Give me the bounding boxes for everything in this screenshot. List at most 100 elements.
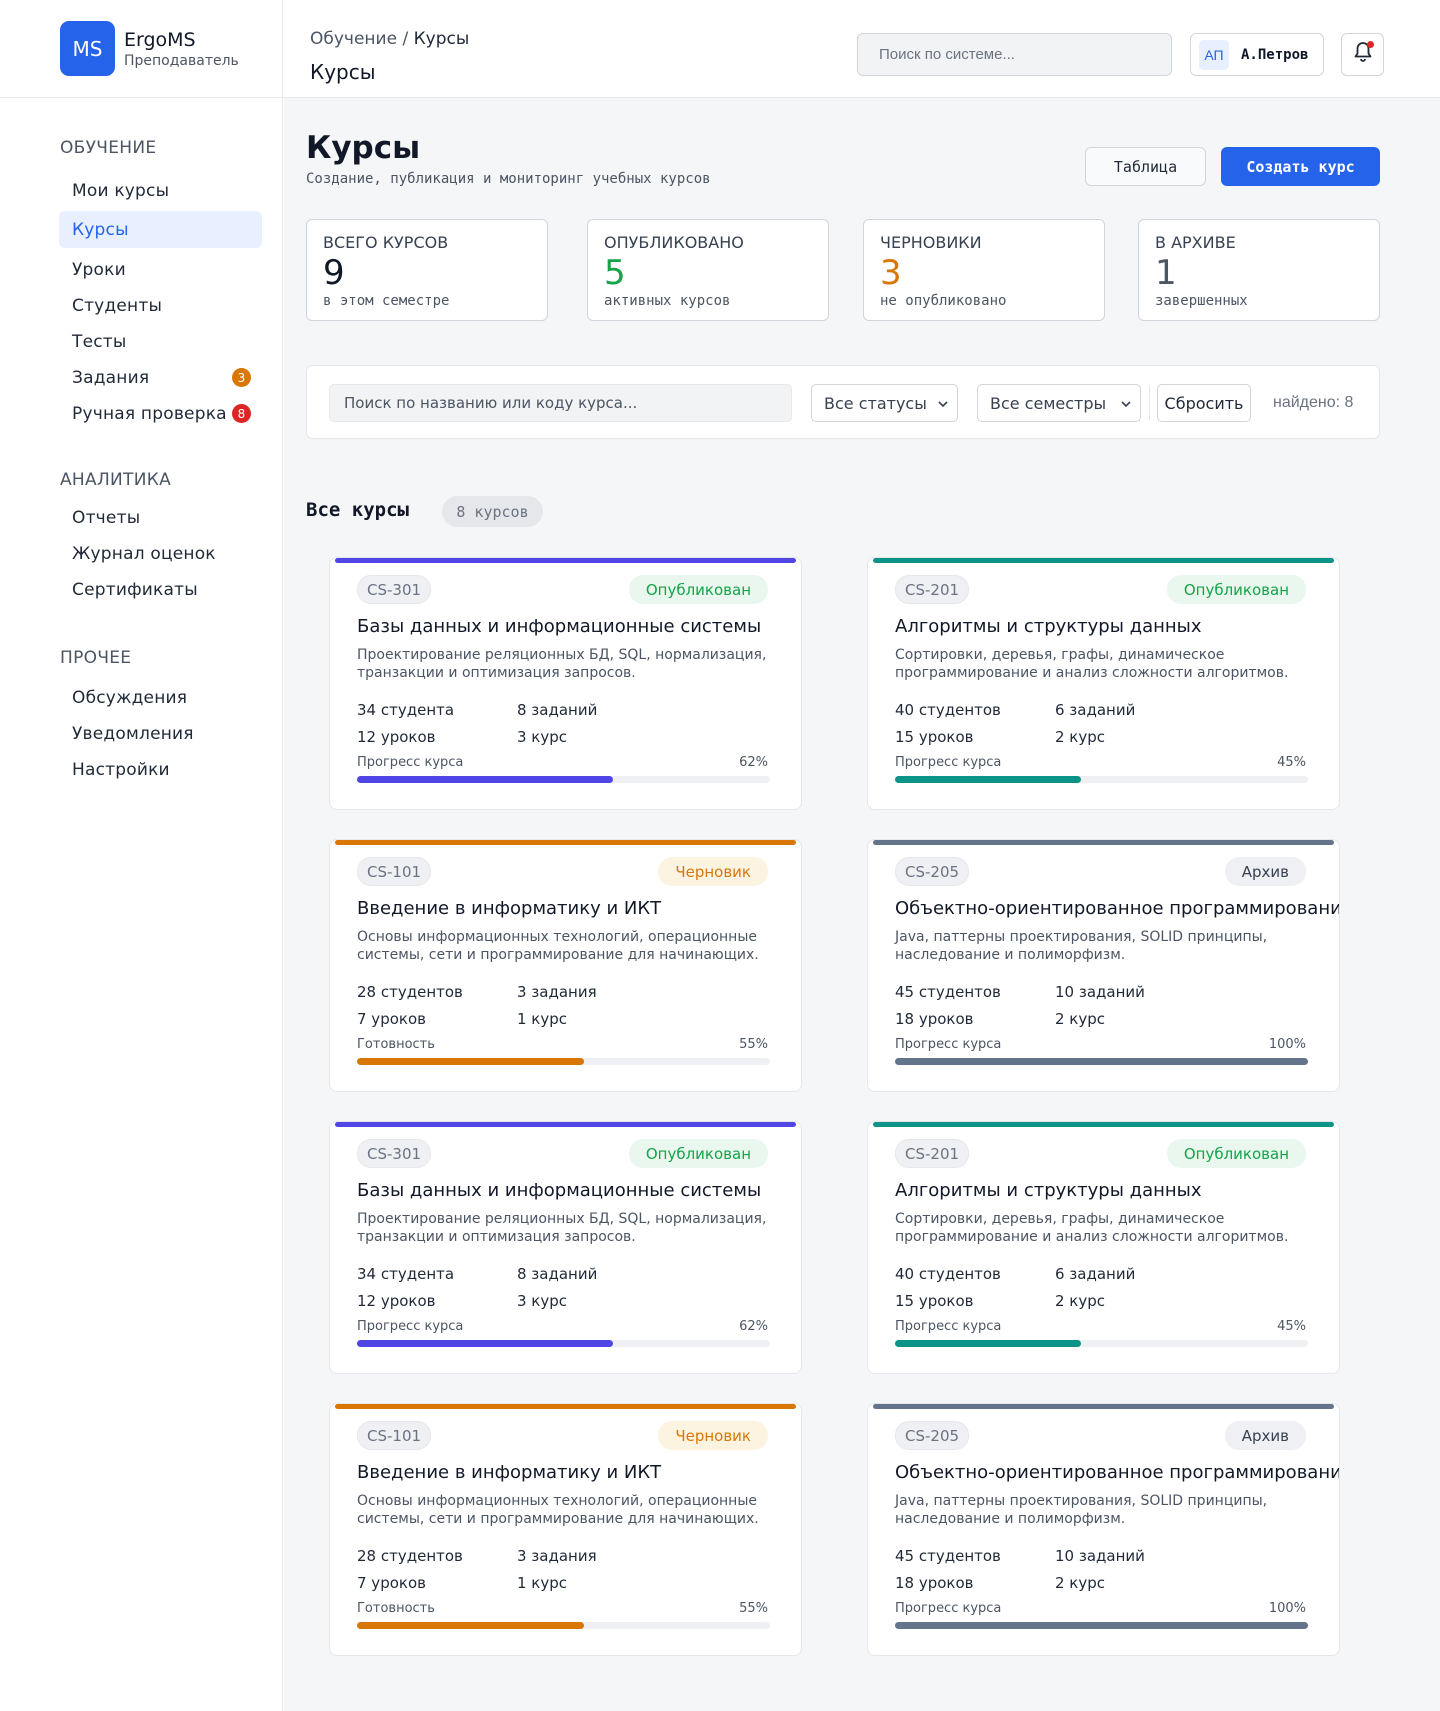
sidebar-item-notifications[interactable]: Уведомления — [59, 715, 262, 752]
brand-name: ErgoMS — [124, 28, 196, 51]
sidebar-item-tests[interactable]: Тесты — [59, 323, 262, 360]
brand-role: Преподаватель — [124, 52, 239, 69]
sidebar-item-label: Журнал оценок — [72, 543, 216, 564]
course-tasks: 3 задания — [517, 1547, 597, 1565]
course-title[interactable]: Введение в информатику и ИКТ — [357, 898, 661, 919]
sidebar-item-lessons[interactable]: Уроки — [59, 251, 262, 288]
sidebar-item-discussions[interactable]: Обсуждения — [59, 679, 262, 716]
progress-label: Прогресс курса — [357, 1319, 464, 1334]
course-card[interactable]: CS-205 Архив Объектно-ориентированное прог… — [867, 1403, 1340, 1656]
course-card[interactable]: CS-101 Черновик Введение в информатику и И… — [329, 1403, 802, 1656]
course-title[interactable]: Алгоритмы и структуры данных — [895, 1180, 1202, 1201]
sidebar-item-my-courses[interactable]: Мои курсы — [59, 172, 262, 209]
sidebar-item-manual-review[interactable]: Ручная проверка 8 — [59, 395, 262, 432]
status-badge: Опубликован — [1166, 1139, 1306, 1168]
topbar: Обучение / Курсы Курсы Поиск по системе.… — [284, 0, 1440, 98]
sidebar-item-settings[interactable]: Настройки — [59, 751, 262, 788]
global-search-input[interactable]: Поиск по системе... — [857, 33, 1172, 76]
status-select[interactable]: Все статусы — [811, 384, 958, 422]
course-year: 1 курс — [517, 1010, 568, 1028]
progress-label: Прогресс курса — [895, 1037, 1002, 1052]
stat-note: завершенных — [1155, 293, 1248, 309]
sidebar: MS ErgoMS Преподаватель ОБУЧЕНИЕ Мои кур… — [0, 0, 283, 1711]
page-subtitle: Создание, публикация и мониторинг учебны… — [306, 171, 711, 187]
course-students: 45 студентов — [895, 1547, 1001, 1565]
course-tasks: 3 задания — [517, 983, 597, 1001]
notification-dot — [1367, 41, 1374, 48]
table-view-button[interactable]: Таблица — [1085, 147, 1206, 186]
status-badge: Черновик — [658, 1421, 768, 1450]
card-accent-bar — [335, 840, 796, 845]
status-badge: Опубликован — [1166, 575, 1306, 604]
sidebar-item-reports[interactable]: Отчеты — [59, 499, 262, 536]
card-accent-bar — [335, 1404, 796, 1409]
reset-filters-button[interactable]: Сбросить — [1157, 384, 1251, 422]
course-search-placeholder: Поиск по названию или коду курса... — [344, 394, 638, 412]
nav-section-analytics: АНАЛИТИКА — [60, 470, 172, 490]
filter-bar: Поиск по названию или коду курса... Все … — [306, 365, 1380, 439]
course-search-input[interactable]: Поиск по названию или коду курса... — [329, 384, 792, 422]
sidebar-item-gradebook[interactable]: Журнал оценок — [59, 535, 262, 572]
course-card[interactable]: CS-201 Опубликован Алгоритмы и структуры д… — [867, 1121, 1340, 1374]
breadcrumb-parent[interactable]: Обучение — [310, 29, 397, 49]
avatar: АП — [1199, 39, 1229, 70]
course-card[interactable]: CS-201 Опубликован Алгоритмы и структуры д… — [867, 557, 1340, 810]
progress-track — [357, 776, 770, 783]
course-code: CS-301 — [357, 1139, 432, 1168]
course-title[interactable]: Объектно-ориентированное программировани… — [895, 898, 1339, 919]
progress-label: Прогресс курса — [357, 755, 464, 770]
create-course-button[interactable]: Создать курс — [1221, 147, 1380, 186]
course-card[interactable]: CS-205 Архив Объектно-ориентированное прог… — [867, 839, 1340, 1092]
notifications-button[interactable] — [1341, 33, 1384, 76]
course-title[interactable]: Базы данных и информационные системы — [357, 1180, 761, 1201]
sidebar-item-courses[interactable]: Курсы — [59, 211, 262, 248]
progress-fill — [895, 1340, 1081, 1347]
global-search-placeholder: Поиск по системе... — [879, 46, 1015, 63]
course-tasks: 10 заданий — [1055, 983, 1145, 1001]
chevron-down-icon — [1119, 396, 1133, 415]
progress-value: 45% — [1277, 1319, 1306, 1334]
course-lessons: 15 уроков — [895, 1292, 974, 1310]
sidebar-item-students[interactable]: Студенты — [59, 287, 262, 324]
stat-label: ВСЕГО КУРСОВ — [323, 233, 449, 252]
semester-select-value: Все семестры — [990, 393, 1107, 413]
user-menu[interactable]: АП А.Петров — [1190, 33, 1324, 76]
course-students: 40 студентов — [895, 701, 1001, 719]
course-description: Java, паттерны проектирования, SOLID при… — [895, 1493, 1268, 1527]
course-card[interactable]: CS-301 Опубликован Базы данных и информаци… — [329, 1121, 802, 1374]
progress-label: Готовность — [357, 1037, 435, 1052]
course-title[interactable]: Базы данных и информационные системы — [357, 616, 761, 637]
filter-divider — [1149, 386, 1150, 420]
course-title[interactable]: Введение в информатику и ИКТ — [357, 1462, 661, 1483]
course-lessons: 12 уроков — [357, 728, 436, 746]
sidebar-item-assignments[interactable]: Задания 3 — [59, 359, 262, 396]
course-description: Проектирование реляционных БД, SQL, норм… — [357, 1211, 767, 1245]
course-students: 40 студентов — [895, 1265, 1001, 1283]
course-year: 2 курс — [1055, 1010, 1106, 1028]
sidebar-item-label: Уроки — [72, 259, 126, 280]
course-card[interactable]: CS-101 Черновик Введение в информатику и И… — [329, 839, 802, 1092]
topbar-title: Курсы — [310, 60, 376, 84]
stat-card-drafts: ЧЕРНОВИКИ 3 не опубликовано — [863, 219, 1105, 321]
course-code: CS-301 — [357, 575, 432, 604]
logo[interactable]: MS — [60, 21, 115, 76]
stat-label: ЧЕРНОВИКИ — [880, 233, 982, 252]
course-tasks: 8 заданий — [517, 1265, 598, 1283]
course-year: 3 курс — [517, 1292, 568, 1310]
status-select-value: Все статусы — [824, 393, 927, 413]
section-count-pill: 8 курсов — [442, 496, 543, 527]
progress-value: 55% — [739, 1037, 768, 1052]
sidebar-item-certificates[interactable]: Сертификаты — [59, 571, 262, 608]
course-description: Основы информационных технологий, операц… — [357, 1493, 759, 1527]
progress-track — [895, 1058, 1308, 1065]
course-title[interactable]: Алгоритмы и структуры данных — [895, 616, 1202, 637]
course-card[interactable]: CS-301 Опубликован Базы данных и информаци… — [329, 557, 802, 810]
course-title[interactable]: Объектно-ориентированное программировани… — [895, 1462, 1339, 1483]
stat-note: активных курсов — [604, 293, 731, 309]
progress-value: 100% — [1268, 1601, 1306, 1616]
semester-select[interactable]: Все семестры — [977, 384, 1141, 422]
course-tasks: 8 заданий — [517, 701, 598, 719]
manual-review-count-badge: 8 — [232, 404, 251, 423]
progress-track — [357, 1340, 770, 1347]
sidebar-item-label: Настройки — [72, 759, 170, 780]
